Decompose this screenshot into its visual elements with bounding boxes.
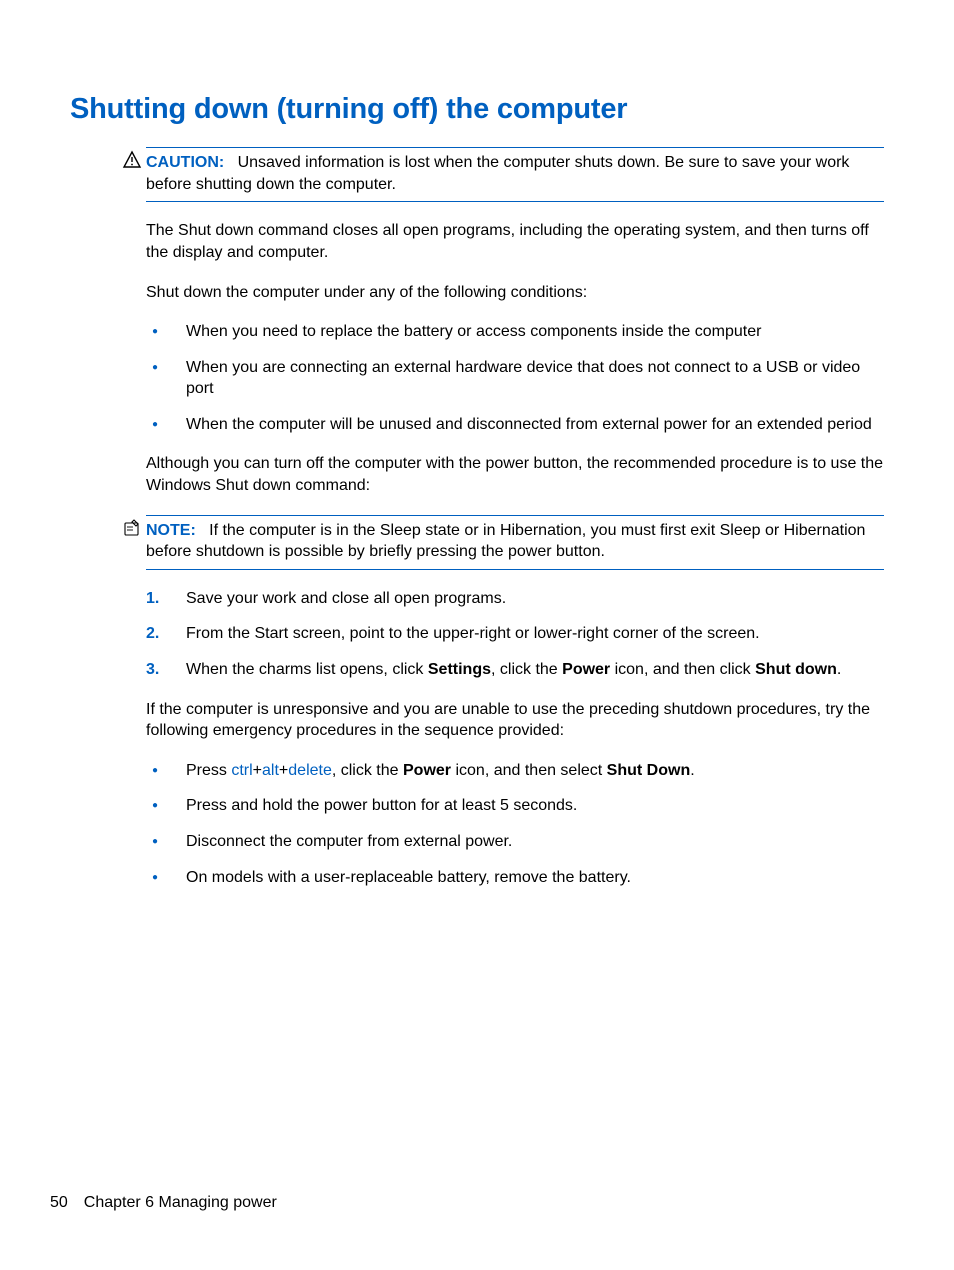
list-item: Disconnect the computer from external po… <box>146 831 884 853</box>
note-callout: NOTE:If the computer is in the Sleep sta… <box>146 515 884 570</box>
chapter-label: Chapter 6 Managing power <box>84 1194 277 1211</box>
caution-text: Unsaved information is lost when the com… <box>146 154 849 193</box>
body-paragraph: Shut down the computer under any of the … <box>146 282 884 304</box>
note-icon <box>122 518 142 538</box>
caution-label: CAUTION: <box>146 154 238 171</box>
page-number: 50 <box>50 1194 68 1211</box>
caution-icon <box>122 150 142 170</box>
steps-list: Save your work and close all open progra… <box>146 588 884 681</box>
list-item: From the Start screen, point to the uppe… <box>146 623 884 645</box>
list-item: When you need to replace the battery or … <box>146 321 884 343</box>
conditions-list: When you need to replace the battery or … <box>146 321 884 435</box>
list-item: Save your work and close all open progra… <box>146 588 884 610</box>
body-paragraph: Although you can turn off the computer w… <box>146 453 884 496</box>
list-item: Press ctrl+alt+delete, click the Power i… <box>146 760 884 782</box>
list-item: When the charms list opens, click Settin… <box>146 659 884 681</box>
page-heading: Shutting down (turning off) the computer <box>70 90 884 129</box>
caution-callout: CAUTION:Unsaved information is lost when… <box>146 147 884 202</box>
body-paragraph: If the computer is unresponsive and you … <box>146 699 884 742</box>
body-paragraph: The Shut down command closes all open pr… <box>146 220 884 263</box>
emergency-list: Press ctrl+alt+delete, click the Power i… <box>146 760 884 888</box>
list-item: Press and hold the power button for at l… <box>146 795 884 817</box>
page-footer: 50 Chapter 6 Managing power <box>50 1192 277 1214</box>
note-label: NOTE: <box>146 522 209 539</box>
list-item: When the computer will be unused and dis… <box>146 414 884 436</box>
note-text: If the computer is in the Sleep state or… <box>146 522 865 561</box>
list-item: On models with a user-replaceable batter… <box>146 867 884 889</box>
list-item: When you are connecting an external hard… <box>146 357 884 400</box>
